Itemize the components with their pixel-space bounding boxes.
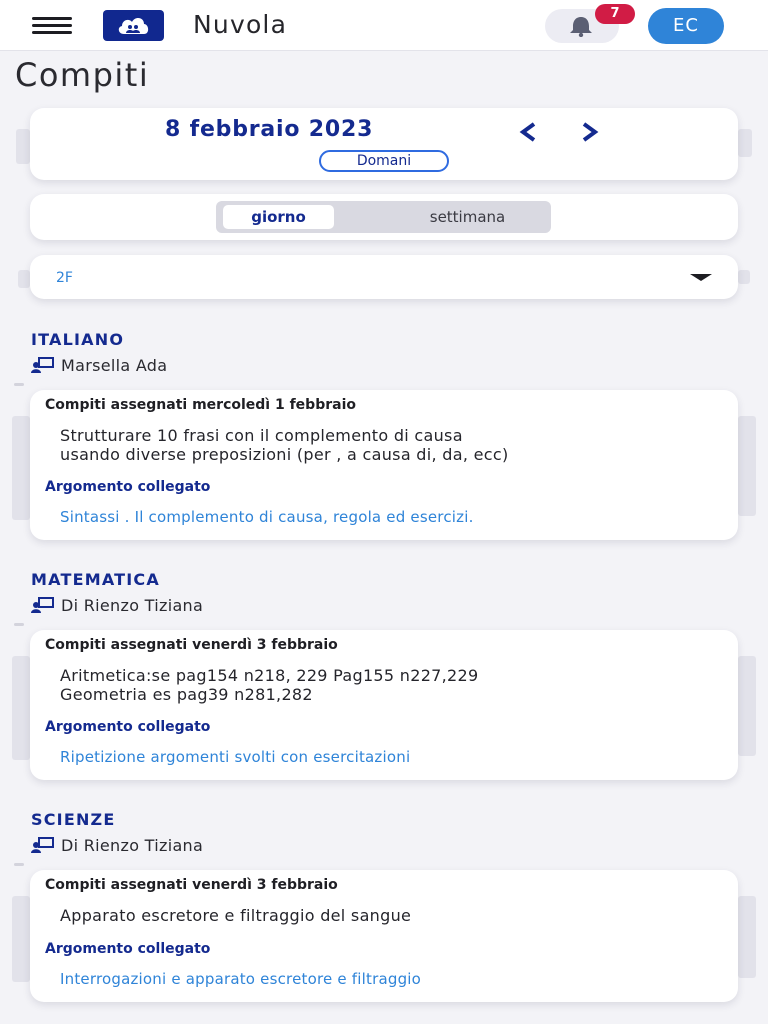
related-topic-link[interactable]: Ripetizione argomenti svolti con esercit… — [60, 748, 410, 766]
subject-title: ITALIANO — [31, 330, 125, 349]
card-shadow — [738, 270, 750, 284]
homework-assigned-date: Compiti assegnati mercoledì 1 febbraio — [45, 397, 356, 413]
teacher-name: Di Rienzo Tiziana — [61, 836, 204, 855]
homework-line: Apparato escretore e filtraggio del sang… — [60, 906, 412, 925]
page-title: Compiti — [15, 56, 150, 94]
homework-line: usando diverse preposizioni (per , a cau… — [60, 445, 509, 464]
divider — [14, 623, 24, 626]
teacher-name: Di Rienzo Tiziana — [61, 596, 204, 615]
tab-day[interactable]: giorno — [223, 205, 334, 229]
teacher-icon — [31, 357, 54, 373]
card-shadow — [12, 896, 30, 982]
tomorrow-button[interactable]: Domani — [319, 150, 449, 172]
current-date: 8 febbraio 2023 — [165, 117, 374, 142]
card-shadow — [738, 656, 756, 756]
card-shadow — [738, 129, 752, 157]
homework-line: Geometria es pag39 n281,282 — [60, 685, 313, 704]
teacher-icon — [31, 597, 54, 613]
card-shadow — [12, 656, 30, 760]
bell-icon — [570, 17, 592, 37]
divider — [14, 383, 24, 386]
tab-week[interactable]: settimana — [390, 205, 545, 229]
card-shadow — [18, 270, 30, 288]
app-logo — [103, 10, 164, 41]
related-topic-label: Argomento collegato — [45, 941, 211, 957]
card-shadow — [16, 129, 30, 164]
cloud-icon — [118, 18, 149, 34]
class-select[interactable] — [30, 255, 738, 299]
chevron-left-icon[interactable] — [514, 121, 540, 143]
divider — [14, 863, 24, 866]
card-shadow — [738, 896, 756, 978]
top-bar: Nuvola 7 EC — [0, 0, 768, 51]
homework-assigned-date: Compiti assegnati venerdì 3 febbraio — [45, 637, 338, 653]
class-select-value: 2F — [56, 270, 73, 286]
user-avatar[interactable]: EC — [648, 8, 724, 44]
related-topic-link[interactable]: Interrogazioni e apparato escretore e fi… — [60, 970, 421, 988]
chevron-right-icon[interactable] — [578, 121, 604, 143]
homework-line: Strutturare 10 frasi con il complemento … — [60, 426, 463, 445]
notification-badge: 7 — [595, 4, 635, 24]
chevron-down-icon[interactable] — [690, 274, 712, 281]
card-shadow — [738, 416, 756, 516]
homework-line: Aritmetica:se pag154 n218, 229 Pag155 n2… — [60, 666, 479, 685]
subject-title: MATEMATICA — [31, 570, 160, 589]
related-topic-label: Argomento collegato — [45, 719, 211, 735]
subject-title: SCIENZE — [31, 810, 116, 829]
teacher-name: Marsella Ada — [61, 356, 168, 375]
card-shadow — [12, 416, 30, 520]
related-topic-link[interactable]: Sintassi . Il complemento di causa, rego… — [60, 508, 474, 526]
app-title: Nuvola — [193, 10, 288, 39]
related-topic-label: Argomento collegato — [45, 479, 211, 495]
menu-icon[interactable] — [32, 15, 72, 37]
teacher-icon — [31, 837, 54, 853]
homework-assigned-date: Compiti assegnati venerdì 3 febbraio — [45, 877, 338, 893]
